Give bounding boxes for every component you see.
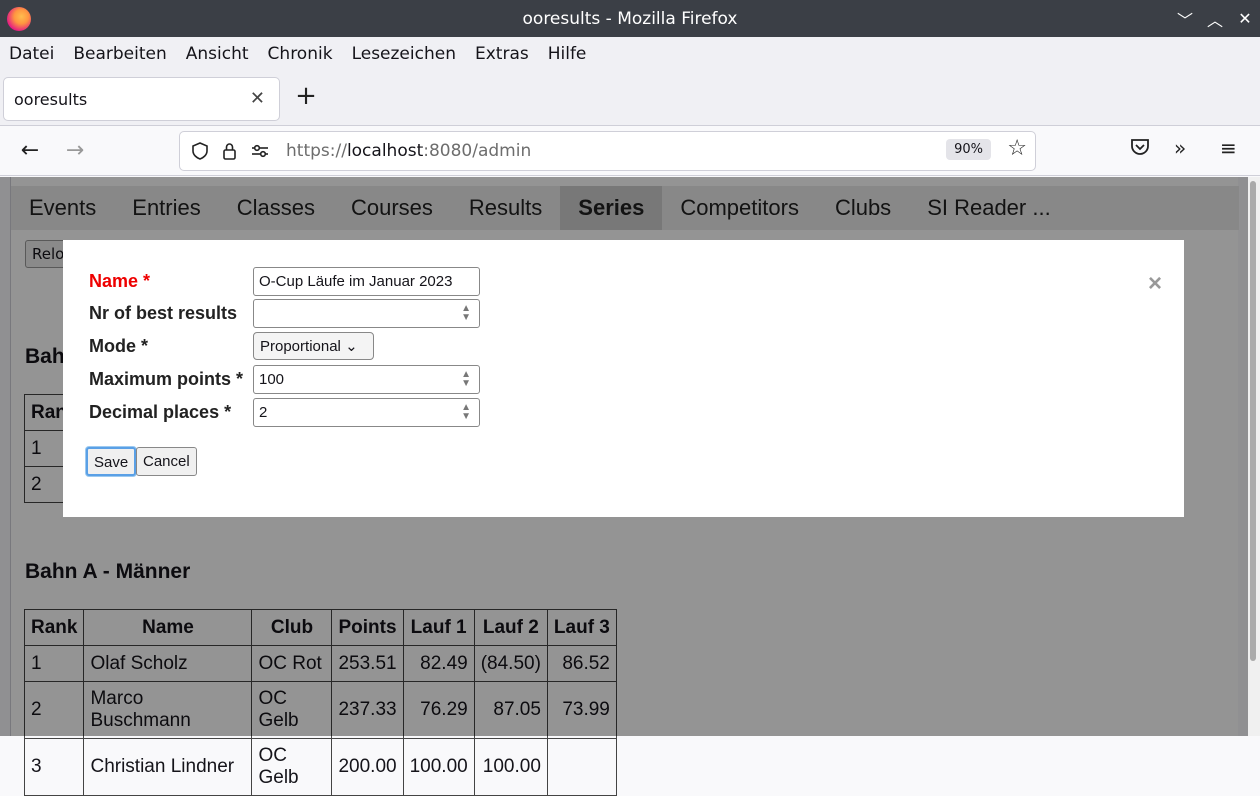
cell-club: OC Gelb [251,738,333,796]
mode-label: Mode * [89,335,149,356]
best-results-row: Nr of best results ▲ ▼ [89,298,480,328]
menu-hilfe[interactable]: Hilfe [548,44,587,64]
best-results-input[interactable]: ▲ ▼ [253,298,480,328]
max-points-label: Maximum points * [89,368,244,389]
pocket-icon[interactable] [1129,136,1151,163]
cell-lauf3 [546,738,617,796]
cell-lauf1: 100.00 [402,738,475,796]
menu-ansicht[interactable]: Ansicht [186,44,249,64]
name-row: Name * O-Cup Läufe im Januar 2023 [89,266,480,296]
maximize-icon[interactable]: ︿ [1200,7,1230,31]
chevron-down-icon: ⌄ [345,338,358,355]
overflow-chevron-icon[interactable]: » [1174,136,1186,160]
mode-value: Proportional [260,338,341,355]
menu-extras[interactable]: Extras [475,44,529,64]
dialog-close-icon[interactable]: × [1148,270,1162,298]
forward-icon[interactable]: → [60,136,90,166]
url-path: :8080/admin [423,141,532,161]
menu-bearbeiten[interactable]: Bearbeiten [73,44,166,64]
cell-rank: 3 [23,738,85,796]
page-scrollbar[interactable] [1248,177,1260,736]
shield-icon[interactable] [190,141,210,161]
browser-tab[interactable]: ooresults ✕ [3,77,280,121]
bookmark-star-icon[interactable]: ☆ [1007,136,1027,161]
cell-lauf2: 100.00 [473,738,548,796]
window-titlebar: ooresults - Mozilla Firefox ﹀ ︿ ✕ [0,0,1260,37]
zoom-level[interactable]: 90% [946,139,991,160]
decimal-places-input[interactable]: 2 ▲ ▼ [253,397,480,427]
name-input[interactable]: O-Cup Läufe im Januar 2023 [253,266,480,296]
permissions-icon[interactable] [250,141,270,161]
max-points-value: 100 [259,370,285,388]
tab-title: ooresults [14,89,88,109]
menu-lesezeichen[interactable]: Lesezeichen [352,44,456,64]
decimal-places-row: Decimal places * 2 ▲ ▼ [89,397,480,427]
nav-bar: ← → https://localhost:8080/admin 90% ☆ »… [0,126,1260,176]
url-scheme: https:// [286,141,347,161]
decimal-places-label: Decimal places * [89,401,232,422]
back-icon[interactable]: ← [15,136,45,166]
url-bar[interactable]: https://localhost:8080/admin 90% ☆ [179,131,1036,171]
close-window-icon[interactable]: ✕ [1230,9,1260,28]
max-points-row: Maximum points * 100 ▲ ▼ [89,364,480,394]
series-edit-dialog: × Name * O-Cup Läufe im Januar 2023 Nr o… [63,240,1184,517]
save-button[interactable]: Save [86,447,137,476]
mode-row: Mode * Proportional ⌄ [89,332,374,360]
new-tab-icon[interactable]: + [293,81,319,115]
scrollbar-thumb[interactable] [1250,181,1256,661]
url-host: localhost [346,141,424,161]
tab-strip: ooresults ✕ + [0,71,1260,126]
spinner-icon[interactable]: ▲ ▼ [461,402,471,421]
firefox-logo-icon [7,7,31,31]
hamburger-menu-icon[interactable]: ≡ [1220,136,1237,160]
cell-points: 200.00 [331,738,404,796]
max-points-input[interactable]: 100 ▲ ▼ [253,364,480,394]
table-row: 3 Christian Lindner OC Gelb 200.00 100.0… [23,738,617,796]
decimal-places-value: 2 [259,403,268,421]
window-title: ooresults - Mozilla Firefox [522,8,738,29]
name-label: Name * [89,270,151,291]
menu-bar: Datei Bearbeiten Ansicht Chronik Lesezei… [0,37,1260,71]
cell-name: Christian Lindner [83,738,253,796]
mode-select[interactable]: Proportional ⌄ [253,332,374,360]
cancel-button[interactable]: Cancel [136,447,197,476]
spinner-icon[interactable]: ▲ ▼ [461,369,471,388]
menu-chronik[interactable]: Chronik [268,44,333,64]
menu-datei[interactable]: Datei [9,44,54,64]
url-text[interactable]: https://localhost:8080/admin [286,141,531,161]
spinner-icon[interactable]: ▲ ▼ [461,303,471,322]
lock-icon[interactable] [220,141,240,161]
tab-close-icon[interactable]: ✕ [250,88,265,109]
minimize-icon[interactable]: ﹀ [1170,7,1200,31]
best-results-label: Nr of best results [89,302,238,323]
